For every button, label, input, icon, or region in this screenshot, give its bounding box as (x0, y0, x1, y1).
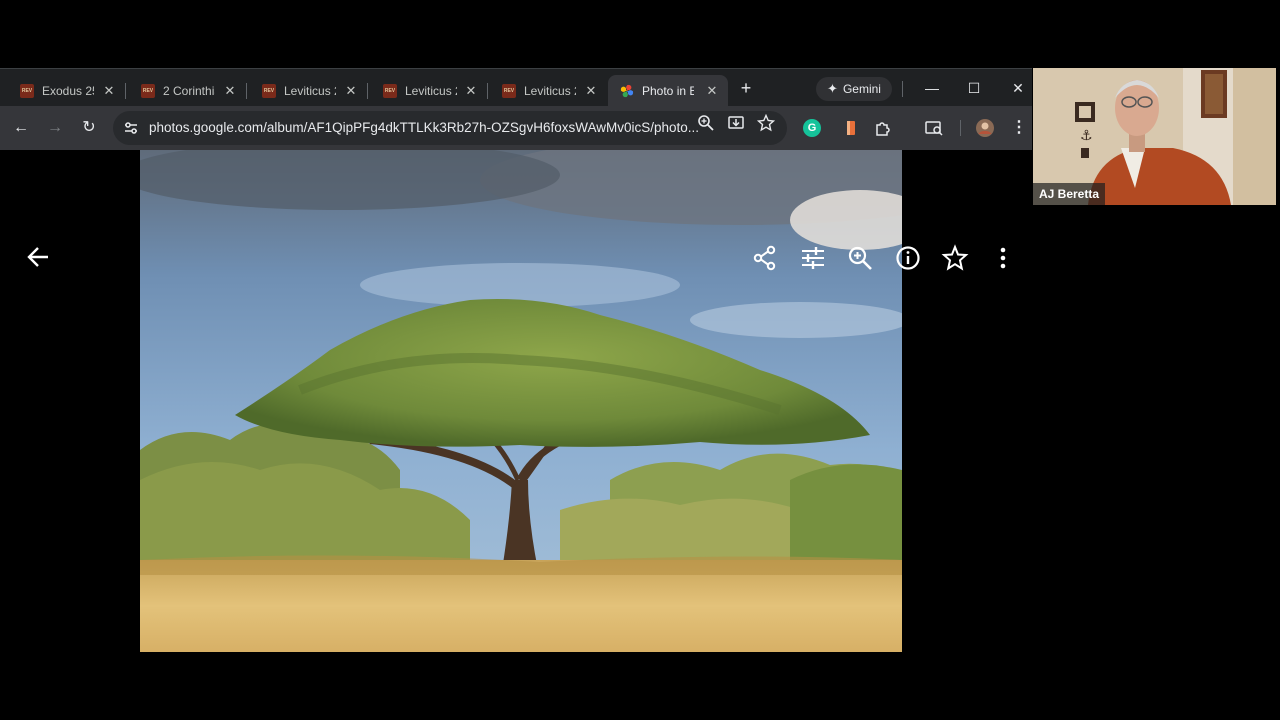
install-app-icon[interactable] (727, 114, 745, 132)
lens-search-icon[interactable] (923, 117, 945, 139)
browser-toolbar: ← → ↻ photos.google.com/album/AF1QipPFg4… (0, 106, 1032, 150)
edit-adjust-icon[interactable] (799, 244, 827, 272)
browser-window: REV Exodus 25 ✕ REV 2 Corinthians ✕ REV … (0, 68, 1032, 652)
rev-favicon-icon: REV (141, 84, 155, 98)
reload-icon[interactable]: ↻ (77, 116, 101, 140)
zoom-in-icon[interactable] (846, 244, 874, 272)
close-window-icon[interactable]: ✕ (1006, 77, 1030, 99)
close-icon[interactable]: ✕ (704, 83, 720, 99)
photo-viewer (0, 150, 1032, 652)
new-tab-plus-icon[interactable]: + (735, 77, 757, 99)
address-bar[interactable]: photos.google.com/album/AF1QipPFg4dkTTLK… (113, 111, 787, 145)
rev-favicon-icon: REV (262, 84, 276, 98)
profile-avatar[interactable] (974, 117, 996, 139)
rev-favicon-icon: REV (502, 84, 516, 98)
close-icon[interactable]: ✕ (222, 83, 238, 99)
tab-strip: REV Exodus 25 ✕ REV 2 Corinthians ✕ REV … (0, 68, 1032, 107)
tab-photo-active[interactable]: Photo in E ✕ (608, 75, 728, 107)
gemini-label: Gemini (842, 82, 881, 96)
close-icon[interactable]: ✕ (463, 83, 479, 99)
tab-title: Exodus 25 (42, 84, 94, 98)
site-settings-icon[interactable] (123, 120, 139, 136)
tab-leviticus-1[interactable]: REV Leviticus 2 ✕ (242, 75, 367, 107)
svg-text:⚓: ⚓ (1080, 128, 1093, 144)
extension-icon[interactable] (840, 117, 862, 139)
video-letterbox-top (0, 0, 1280, 68)
more-options-icon[interactable] (989, 244, 1017, 272)
participant-name: AJ Beretta (1033, 183, 1106, 205)
info-icon[interactable] (894, 244, 922, 272)
tab-title: Photo in E (642, 84, 694, 98)
photo-image (140, 150, 902, 652)
gemini-button[interactable]: ✦ Gemini (816, 77, 892, 101)
grammarly-extension-icon[interactable]: G (803, 119, 821, 137)
google-photos-icon (620, 84, 634, 98)
tab-leviticus-3[interactable]: REV Leviticus 2 ✕ (482, 75, 607, 107)
favorite-star-icon[interactable] (941, 244, 969, 272)
url-text[interactable]: photos.google.com/album/AF1QipPFg4dkTTLK… (149, 120, 699, 135)
tab-title: Leviticus 2 (284, 84, 336, 98)
bookmark-star-icon[interactable] (757, 114, 775, 132)
tab-2-corinthians[interactable]: REV 2 Corinthians ✕ (121, 75, 246, 107)
more-menu-icon[interactable]: ⋮ (1008, 117, 1030, 139)
close-icon[interactable]: ✕ (343, 83, 359, 99)
rev-favicon-icon: REV (20, 84, 34, 98)
back-arrow-icon[interactable]: ← (9, 116, 33, 140)
video-letterbox-bottom (0, 652, 1280, 720)
rev-favicon-icon: REV (383, 84, 397, 98)
extensions-puzzle-icon[interactable] (872, 117, 894, 139)
maximize-icon[interactable]: ☐ (962, 77, 986, 99)
divider (960, 120, 961, 136)
tab-exodus[interactable]: REV Exodus 25 ✕ (0, 75, 125, 107)
tab-leviticus-2[interactable]: REV Leviticus 2 ✕ (363, 75, 487, 107)
back-arrow-icon[interactable] (25, 243, 53, 271)
close-icon[interactable]: ✕ (101, 83, 117, 99)
tab-title: 2 Corinthians (163, 84, 215, 98)
tab-title: Leviticus 2 (405, 84, 457, 98)
forward-arrow-icon[interactable]: → (43, 116, 67, 140)
zoom-icon[interactable] (697, 114, 715, 132)
tab-title: Leviticus 2 (524, 84, 576, 98)
close-icon[interactable]: ✕ (583, 83, 599, 99)
gemini-sparkle-icon: ✦ (827, 81, 838, 96)
video-participant-tile: ⚓ AJ Beretta (1033, 68, 1276, 205)
minimize-icon[interactable]: — (920, 77, 944, 99)
divider (902, 81, 903, 97)
share-icon[interactable] (751, 244, 779, 272)
